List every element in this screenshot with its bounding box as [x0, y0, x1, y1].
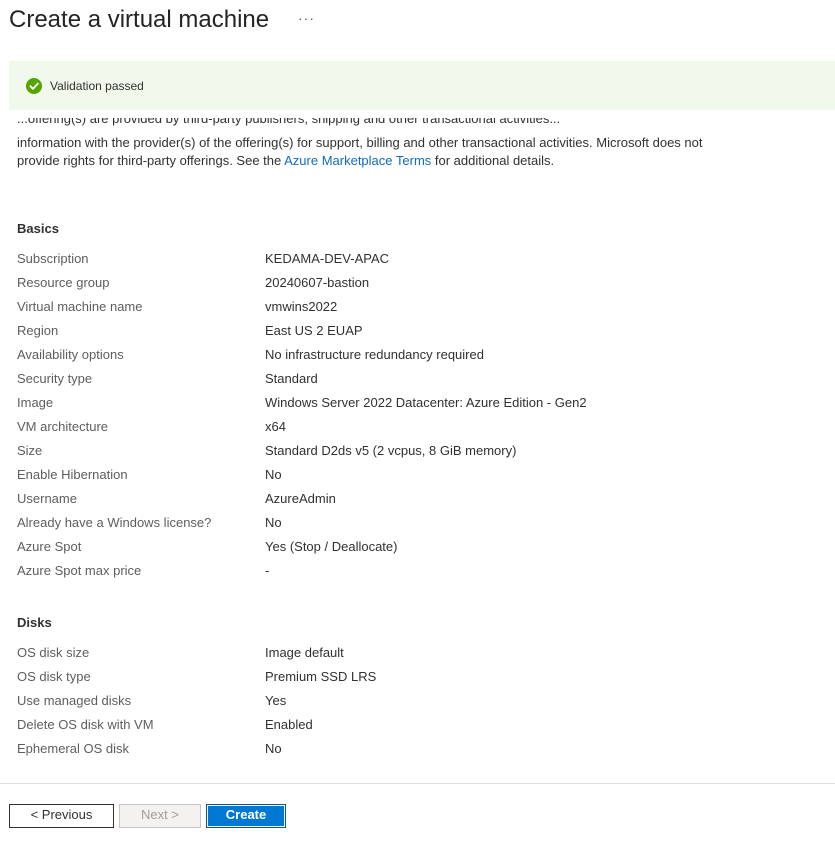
basics-row: Security type Standard — [17, 367, 817, 391]
field-label: Use managed disks — [17, 693, 132, 708]
basics-row: Already have a Windows license? No — [17, 511, 817, 535]
field-label: Username — [17, 491, 77, 506]
field-value: No — [265, 515, 282, 530]
field-value: Standard — [265, 371, 318, 386]
field-value: Yes (Stop / Deallocate) — [265, 539, 398, 554]
field-value: vmwins2022 — [265, 299, 338, 314]
field-label: Virtual machine name — [17, 299, 143, 314]
field-label: Region — [17, 323, 59, 338]
field-value: Yes — [265, 693, 287, 708]
disks-row: OS disk size Image default — [17, 641, 817, 665]
field-label: Size — [17, 443, 43, 458]
disks-row: Delete OS disk with VM Enabled — [17, 713, 817, 737]
basics-row: Virtual machine name vmwins2022 — [17, 295, 817, 319]
field-label: Image — [17, 395, 54, 410]
previous-button[interactable]: < Previous — [9, 804, 114, 828]
field-value: 20240607-bastion — [265, 275, 370, 290]
field-label: Delete OS disk with VM — [17, 717, 154, 732]
disks-row: Ephemeral OS disk No — [17, 737, 817, 761]
disks-row: OS disk type Premium SSD LRS — [17, 665, 817, 689]
basics-row: Region East US 2 EUAP — [17, 319, 817, 343]
footer-divider — [0, 783, 835, 784]
field-value: No — [265, 467, 282, 482]
more-options-button[interactable]: ··· — [298, 10, 315, 26]
basics-row: Azure Spot max price - — [17, 559, 817, 583]
field-value: Standard D2ds v5 (2 vcpus, 8 GiB memory) — [265, 443, 517, 458]
terms-text-end: for additional details. — [431, 153, 555, 168]
field-label: OS disk type — [17, 669, 91, 684]
basics-row: Username AzureAdmin — [17, 487, 817, 511]
disks-section-title: Disks — [17, 615, 52, 630]
terms-paragraph: information with the provider(s) of the … — [17, 134, 737, 170]
field-label: Availability options — [17, 347, 124, 362]
field-label: Resource group — [17, 275, 110, 290]
basics-row: Availability options No infrastructure re… — [17, 343, 817, 367]
validation-message: Validation passed — [50, 79, 144, 93]
next-button[interactable]: Next > — [119, 804, 201, 828]
marketplace-terms-link[interactable]: Azure Marketplace Terms — [284, 153, 431, 168]
field-value: Windows Server 2022 Datacenter: Azure Ed… — [265, 395, 587, 410]
field-value: No — [265, 741, 282, 756]
validation-banner: Validation passed — [9, 61, 835, 110]
field-label: Azure Spot — [17, 539, 82, 554]
field-value: x64 — [265, 419, 286, 434]
field-label: Azure Spot max price — [17, 563, 142, 578]
field-value: AzureAdmin — [265, 491, 336, 506]
field-label: VM architecture — [17, 419, 109, 434]
basics-row: VM architecture x64 — [17, 415, 817, 439]
field-label: Security type — [17, 371, 93, 386]
field-value: Image default — [265, 645, 344, 660]
disks-row: Use managed disks Yes — [17, 689, 817, 713]
checkmark-icon — [26, 78, 42, 94]
create-button[interactable]: Create — [206, 804, 286, 828]
terms-clipped-line: ...offering(s) are provided by third-par… — [17, 118, 561, 126]
basics-row: Image Windows Server 2022 Datacenter: Azu… — [17, 391, 817, 415]
field-value: No infrastructure redundancy required — [265, 347, 484, 362]
field-label: Already have a Windows license? — [17, 515, 212, 530]
field-value: Enabled — [265, 717, 313, 732]
basics-row: Resource group 20240607-bastion — [17, 271, 817, 295]
page-title: Create a virtual machine — [9, 6, 270, 33]
field-label: Subscription — [17, 251, 89, 266]
field-label: Ephemeral OS disk — [17, 741, 129, 756]
field-label: Enable Hibernation — [17, 467, 128, 482]
field-value: Premium SSD LRS — [265, 669, 377, 684]
basics-row: Enable Hibernation No — [17, 463, 817, 487]
field-value: East US 2 EUAP — [265, 323, 363, 338]
basics-row: Subscription KEDAMA-DEV-APAC — [17, 247, 817, 271]
basics-row: Size Standard D2ds v5 (2 vcpus, 8 GiB mem… — [17, 439, 817, 463]
field-value: KEDAMA-DEV-APAC — [265, 251, 390, 266]
basics-section-title: Basics — [17, 221, 59, 236]
basics-row: Azure Spot Yes (Stop / Deallocate) — [17, 535, 817, 559]
field-label: OS disk size — [17, 645, 90, 660]
field-value: - — [265, 563, 270, 578]
